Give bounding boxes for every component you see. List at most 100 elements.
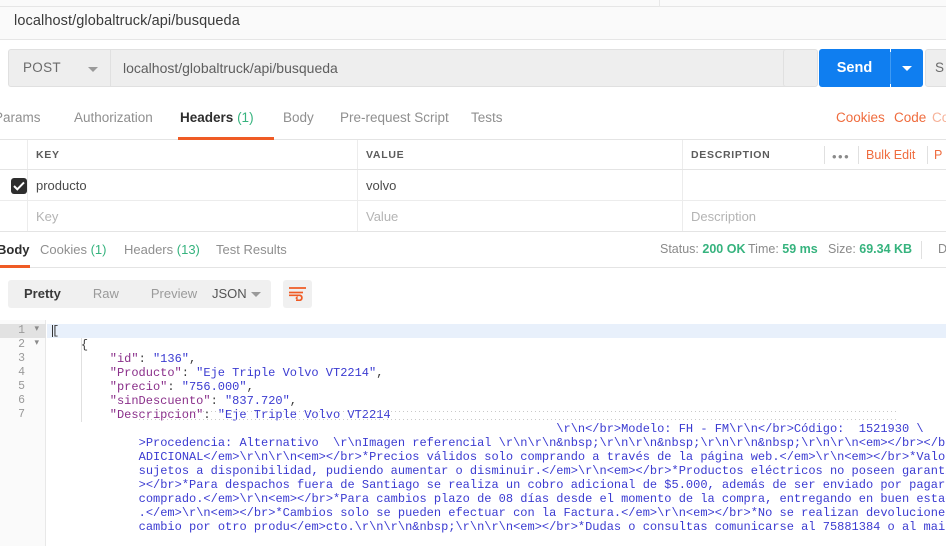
code-wrapped-line: \r\n</br>Modelo: FH - FM\r\n</br>Código:…	[138, 422, 924, 436]
headers-table: KEY VALUE DESCRIPTION ••• Bulk Edit P pr…	[0, 140, 946, 234]
code-wrapped-line: cambio por otro produ</em>cto.\r\n\r\n&n…	[138, 520, 946, 534]
fold-toggle-icon[interactable]: ▾	[34, 324, 39, 334]
code-wrapped-line: ADICIONAL</em>\r\n\r\n<em></br>*Precios …	[138, 450, 946, 464]
chevron-down-icon	[88, 67, 98, 72]
url-input[interactable]: localhost/globaltruck/api/busqueda	[110, 49, 810, 87]
size-value: 69.34 KB	[859, 242, 913, 256]
code-line: "precio": "756.000",	[110, 380, 254, 394]
response-body-toolbar: Pretty Raw Preview JSON	[0, 268, 946, 320]
save-button-label: S	[935, 60, 945, 75]
code-token: "Eje Triple Volvo VT2214"	[196, 366, 377, 380]
code-line: {	[81, 338, 88, 352]
code-line: [	[52, 324, 59, 338]
tab-strip	[0, 0, 946, 7]
editor-code-area[interactable]: [{"id": "136", "Producto": "Eje Triple Vo…	[47, 320, 946, 546]
code-token: ,	[188, 352, 197, 366]
request-title-bar: localhost/globaltruck/api/busqueda	[0, 7, 946, 40]
size-label: Size:	[828, 242, 856, 256]
status-label: Status:	[660, 242, 699, 256]
size-badge: Size: 69.34 KB	[828, 242, 912, 256]
tab-params[interactable]: Params	[0, 110, 41, 125]
code-token: "136"	[152, 352, 189, 366]
response-body-editor[interactable]: 1 ▾ 2 ▾ 3 4 5 6 7 [{"id": "136", "Producto": "Eje…	[0, 320, 946, 546]
code-token: :	[167, 380, 182, 394]
check-icon	[13, 181, 25, 191]
status-value: 200 OK	[702, 242, 746, 256]
line-number: 7	[18, 408, 25, 421]
tab-pre-request-script-label: Pre-request Script	[340, 110, 449, 125]
word-wrap-toggle[interactable]	[283, 280, 312, 308]
tab-headers[interactable]: Headers (1)	[180, 110, 254, 125]
comments-link[interactable]: Co	[932, 110, 946, 125]
tab-headers-count: (1)	[237, 110, 254, 125]
url-params-button[interactable]	[783, 49, 818, 87]
http-method-select[interactable]: POST	[8, 49, 110, 87]
new-row-description-input[interactable]: Description	[691, 201, 756, 231]
line-number: 1	[18, 324, 25, 337]
send-options-button[interactable]	[891, 49, 923, 87]
line-number: 2	[18, 338, 25, 351]
code-token: :	[138, 352, 153, 366]
code-link[interactable]: Code	[894, 110, 926, 125]
url-input-value: localhost/globaltruck/api/busqueda	[123, 60, 338, 76]
http-method-label: POST	[23, 60, 61, 75]
response-tab-cookies[interactable]: Cookies (1)	[40, 242, 106, 257]
presets-button[interactable]: P	[934, 148, 942, 162]
wrap-separator	[138, 411, 899, 412]
send-button[interactable]: Send	[819, 49, 890, 87]
code-token: :	[210, 394, 225, 408]
tab-authorization[interactable]: Authorization	[74, 110, 153, 125]
row-key-input[interactable]: producto	[36, 170, 87, 200]
response-tab-headers[interactable]: Headers (13)	[124, 242, 200, 257]
response-tab-body-label: Body	[0, 242, 30, 257]
indent-guide	[80, 338, 82, 422]
bulk-edit-button[interactable]: Bulk Edit	[866, 148, 915, 162]
code-wrapped-line: .</em>\r\n<em></br>*Cambios solo se pued…	[138, 506, 946, 520]
line-number: 3	[18, 352, 25, 365]
request-bar: POST localhost/globaltruck/api/busqueda …	[0, 40, 946, 97]
tab-pre-request-script[interactable]: Pre-request Script	[340, 110, 449, 125]
code-token: "837.720"	[224, 394, 290, 408]
column-key: KEY	[36, 148, 60, 161]
response-tab-headers-count: (13)	[176, 242, 200, 257]
code-token: "precio"	[109, 380, 168, 394]
more-actions-icon[interactable]: •••	[832, 149, 850, 164]
code-token: "id"	[109, 352, 139, 366]
response-tab-test-results[interactable]: Test Results	[216, 242, 287, 257]
view-mode-pretty[interactable]: Pretty	[8, 280, 77, 308]
time-value: 59 ms	[782, 242, 818, 256]
wrap-separator	[138, 419, 899, 420]
table-row-new: Key Value Description	[0, 201, 946, 232]
tab-body[interactable]: Body	[283, 110, 314, 125]
tab-params-label: Params	[0, 110, 41, 125]
download-response-button[interactable]: D	[938, 242, 946, 256]
code-wrapped-line: sujetos a disponibilidad, pudiendo aumen…	[138, 464, 946, 478]
new-row-value-input[interactable]: Value	[366, 201, 398, 231]
code-token: :	[181, 366, 197, 380]
text-caret	[52, 325, 53, 337]
response-tab-headers-label: Headers	[124, 242, 174, 257]
view-mode-raw[interactable]: Raw	[77, 280, 135, 308]
code-line: "sinDescuento": "837.720",	[110, 394, 297, 408]
code-wrapped-line: comprado.</em>\r\n<em></br>*Para cambios…	[138, 492, 946, 506]
tab-tests[interactable]: Tests	[471, 110, 503, 125]
tab-authorization-label: Authorization	[74, 110, 153, 125]
postman-window: localhost/globaltruck/api/busqueda POST …	[0, 0, 946, 546]
cookies-link[interactable]: Cookies	[836, 110, 885, 125]
new-row-key-input[interactable]: Key	[36, 201, 58, 231]
tab-body-label: Body	[283, 110, 314, 125]
line-number: 6	[18, 394, 25, 407]
code-wrapped-line: >Procedencia: Alternativo \r\nImagen ref…	[138, 436, 946, 450]
response-format-select[interactable]: JSON	[201, 280, 271, 308]
response-tab-body[interactable]: Body	[0, 242, 30, 257]
row-enabled-checkbox[interactable]	[11, 178, 27, 194]
status-badge: Status: 200 OK	[660, 242, 746, 256]
code-token: "756.000"	[181, 380, 247, 394]
row-value-input[interactable]: volvo	[366, 170, 396, 200]
headers-table-header: KEY VALUE DESCRIPTION ••• Bulk Edit P	[0, 140, 946, 170]
code-wrapped-line: ></br>*Para despachos fuera de Santiago …	[138, 478, 946, 492]
save-button[interactable]: S	[925, 49, 946, 87]
tab-tests-label: Tests	[471, 110, 503, 125]
fold-toggle-icon[interactable]: ▾	[34, 338, 39, 348]
code-token: [	[52, 324, 60, 338]
